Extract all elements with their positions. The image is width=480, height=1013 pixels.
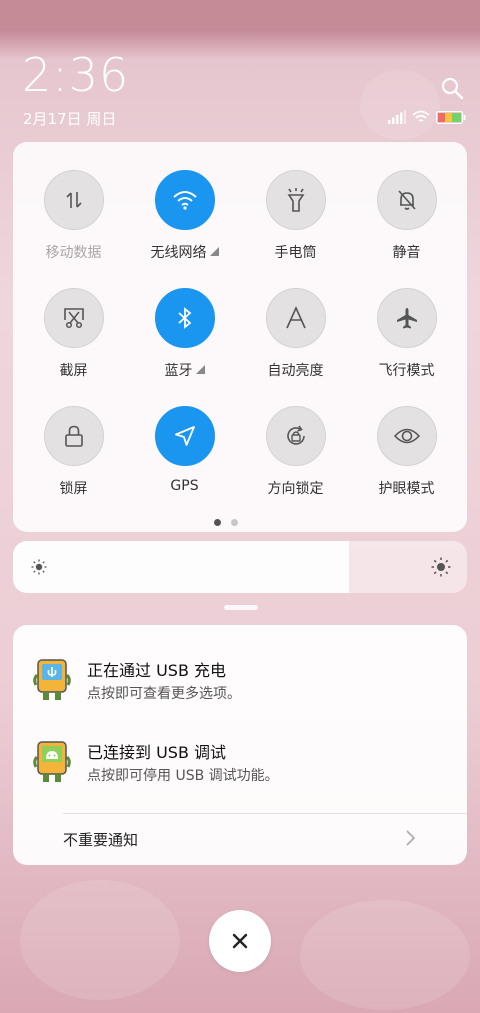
flashlight-toggle[interactable] bbox=[265, 170, 326, 230]
eye-protection-toggle[interactable] bbox=[376, 406, 437, 466]
background-decoration bbox=[300, 900, 470, 1010]
tile-gps[interactable]: GPS bbox=[129, 406, 240, 516]
tile-label: 静音 bbox=[392, 245, 421, 261]
divider bbox=[63, 813, 467, 814]
tile-lock-screen[interactable]: 锁屏 bbox=[18, 406, 129, 516]
gps-toggle[interactable] bbox=[154, 406, 215, 466]
signal-icon bbox=[388, 110, 406, 124]
notification-card: 正在通过 USB 充电 点按即可查看更多选项。 已连接到 USB 调试 点按即可… bbox=[13, 625, 467, 865]
clock-date: 2月17日 周日 bbox=[23, 110, 117, 128]
expand-arrow-icon bbox=[209, 247, 219, 256]
background-decoration bbox=[360, 70, 440, 140]
tile-label: 截屏 bbox=[59, 363, 88, 379]
lock-screen-toggle[interactable] bbox=[43, 406, 104, 466]
background-decoration bbox=[20, 880, 180, 1000]
battery-icon bbox=[436, 110, 466, 124]
tile-label: 飞行模式 bbox=[378, 363, 435, 379]
bluetooth-icon bbox=[177, 307, 191, 329]
tile-airplane[interactable]: 飞行模式 bbox=[351, 288, 462, 398]
brightness-fill bbox=[13, 541, 349, 593]
airplane-icon bbox=[396, 308, 417, 329]
notification-usb-charging[interactable]: 正在通过 USB 充电 点按即可查看更多选项。 bbox=[13, 655, 467, 715]
tile-label: 无线网络 bbox=[129, 242, 240, 262]
notification-text: 点按即可停用 USB 调试功能。 bbox=[87, 768, 279, 784]
tile-auto-brightness[interactable]: 自动亮度 bbox=[240, 288, 351, 398]
brightness-slider[interactable] bbox=[13, 541, 467, 593]
tile-label: 方向锁定 bbox=[267, 481, 324, 497]
auto-brightness-toggle[interactable] bbox=[265, 288, 326, 348]
flashlight-icon bbox=[287, 188, 304, 212]
chevron-right-icon[interactable] bbox=[403, 828, 417, 848]
brightness-high-icon bbox=[431, 557, 451, 577]
wifi-icon bbox=[412, 110, 430, 122]
lock-icon bbox=[64, 425, 83, 447]
wifi-icon bbox=[172, 191, 197, 210]
status-bar-strip bbox=[0, 0, 480, 30]
status-icons bbox=[388, 110, 466, 124]
mobile-data-icon bbox=[65, 192, 82, 208]
bluetooth-toggle[interactable] bbox=[154, 288, 215, 348]
tile-bluetooth[interactable]: 蓝牙 bbox=[129, 288, 240, 398]
airplane-toggle[interactable] bbox=[376, 288, 437, 348]
tile-label: 手电筒 bbox=[274, 245, 317, 261]
tile-wifi[interactable]: 无线网络 bbox=[129, 170, 240, 280]
notification-text: 点按即可查看更多选项。 bbox=[87, 686, 241, 702]
drag-handle[interactable] bbox=[224, 605, 258, 610]
tile-eye-protection[interactable]: 护眼模式 bbox=[351, 406, 462, 516]
close-icon bbox=[232, 933, 248, 949]
unimportant-notifications-label[interactable]: 不重要通知 bbox=[63, 829, 138, 850]
expand-arrow-icon bbox=[195, 365, 205, 374]
tile-flashlight[interactable]: 手电筒 bbox=[240, 170, 351, 280]
screenshot-icon bbox=[63, 308, 84, 329]
search-icon[interactable] bbox=[440, 76, 464, 100]
mute-toggle[interactable] bbox=[376, 170, 437, 230]
rotation-lock-toggle[interactable] bbox=[265, 406, 326, 466]
quick-settings-panel: 移动数据 无线网络 手电筒 静音 截屏 蓝牙 自动亮度 飞行模式 锁屏 GPS … bbox=[13, 142, 467, 532]
notification-title: 已连接到 USB 调试 bbox=[87, 743, 227, 762]
page-dot-active bbox=[214, 519, 221, 526]
mobile-data-toggle[interactable] bbox=[43, 170, 104, 230]
brightness-low-icon bbox=[31, 559, 47, 575]
screenshot-toggle[interactable] bbox=[43, 288, 104, 348]
rotation-lock-icon bbox=[286, 425, 305, 445]
tile-rotation-lock[interactable]: 方向锁定 bbox=[240, 406, 351, 516]
mute-bell-icon bbox=[397, 190, 416, 210]
tile-label: 锁屏 bbox=[59, 481, 88, 497]
usb-charging-icon bbox=[33, 659, 71, 700]
clear-notifications-button[interactable] bbox=[209, 910, 271, 972]
clock-time: 2:36 bbox=[22, 48, 130, 102]
wifi-toggle[interactable] bbox=[154, 170, 215, 230]
tile-label: 护眼模式 bbox=[378, 481, 435, 497]
tile-label: GPS bbox=[170, 478, 199, 494]
tile-mobile-data[interactable]: 移动数据 bbox=[18, 170, 129, 280]
tile-label: 自动亮度 bbox=[267, 363, 324, 379]
auto-brightness-icon bbox=[285, 306, 306, 329]
tile-mute[interactable]: 静音 bbox=[351, 170, 462, 280]
tile-label: 蓝牙 bbox=[129, 360, 240, 380]
eye-icon bbox=[393, 428, 420, 444]
usb-debug-icon bbox=[33, 741, 71, 782]
notification-title: 正在通过 USB 充电 bbox=[87, 661, 227, 680]
gps-icon bbox=[174, 426, 195, 446]
page-dot bbox=[231, 519, 238, 526]
notification-usb-debugging[interactable]: 已连接到 USB 调试 点按即可停用 USB 调试功能。 bbox=[13, 737, 467, 797]
tile-label: 移动数据 bbox=[45, 245, 102, 261]
page-indicator bbox=[214, 519, 238, 526]
tile-screenshot[interactable]: 截屏 bbox=[18, 288, 129, 398]
